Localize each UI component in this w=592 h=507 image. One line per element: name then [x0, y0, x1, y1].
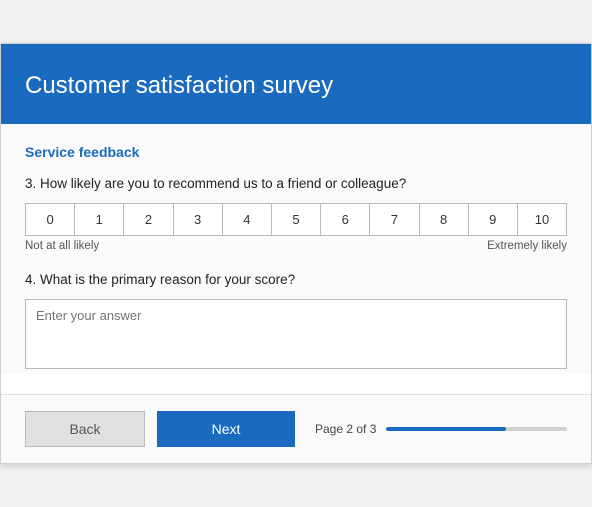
- nps-cell-8[interactable]: 8: [420, 204, 469, 235]
- page-indicator-text: Page 2 of 3: [315, 422, 376, 436]
- question-3-label: 3. How likely are you to recommend us to…: [25, 176, 567, 191]
- nps-labels: Not at all likely Extremely likely: [25, 240, 567, 252]
- nps-cell-2[interactable]: 2: [124, 204, 173, 235]
- progress-bar-track: [386, 427, 567, 431]
- nps-cell-9[interactable]: 9: [469, 204, 518, 235]
- survey-container: Customer satisfaction survey Service fee…: [0, 43, 592, 464]
- back-button[interactable]: Back: [25, 411, 145, 447]
- progress-bar-fill: [386, 427, 505, 431]
- nps-cell-1[interactable]: 1: [75, 204, 124, 235]
- question-3-block: 3. How likely are you to recommend us to…: [25, 176, 567, 252]
- question-4-label: 4. What is the primary reason for your s…: [25, 272, 567, 287]
- next-button[interactable]: Next: [157, 411, 295, 447]
- survey-footer: Back Next Page 2 of 3: [1, 394, 591, 463]
- survey-title: Customer satisfaction survey: [25, 72, 567, 100]
- nps-cell-7[interactable]: 7: [370, 204, 419, 235]
- nps-cell-6[interactable]: 6: [321, 204, 370, 235]
- answer-textarea[interactable]: [25, 299, 567, 369]
- question-3-number: 3.: [25, 176, 36, 191]
- nps-cell-3[interactable]: 3: [174, 204, 223, 235]
- nps-cell-5[interactable]: 5: [272, 204, 321, 235]
- survey-body: Service feedback 3. How likely are you t…: [1, 124, 591, 374]
- question-3-text: How likely are you to recommend us to a …: [40, 176, 406, 191]
- nps-cell-0[interactable]: 0: [26, 204, 75, 235]
- question-4-text: What is the primary reason for your scor…: [40, 272, 295, 287]
- nps-cell-4[interactable]: 4: [223, 204, 272, 235]
- nps-scale: 0 1 2 3 4 5 6 7 8 9 10: [25, 203, 567, 236]
- nps-label-right: Extremely likely: [487, 240, 567, 252]
- section-title: Service feedback: [25, 144, 567, 160]
- survey-header: Customer satisfaction survey: [1, 44, 591, 124]
- nps-label-left: Not at all likely: [25, 240, 99, 252]
- page-indicator: Page 2 of 3: [315, 422, 567, 436]
- question-4-number: 4.: [25, 272, 36, 287]
- nps-cell-10[interactable]: 10: [518, 204, 566, 235]
- question-4-block: 4. What is the primary reason for your s…: [25, 272, 567, 374]
